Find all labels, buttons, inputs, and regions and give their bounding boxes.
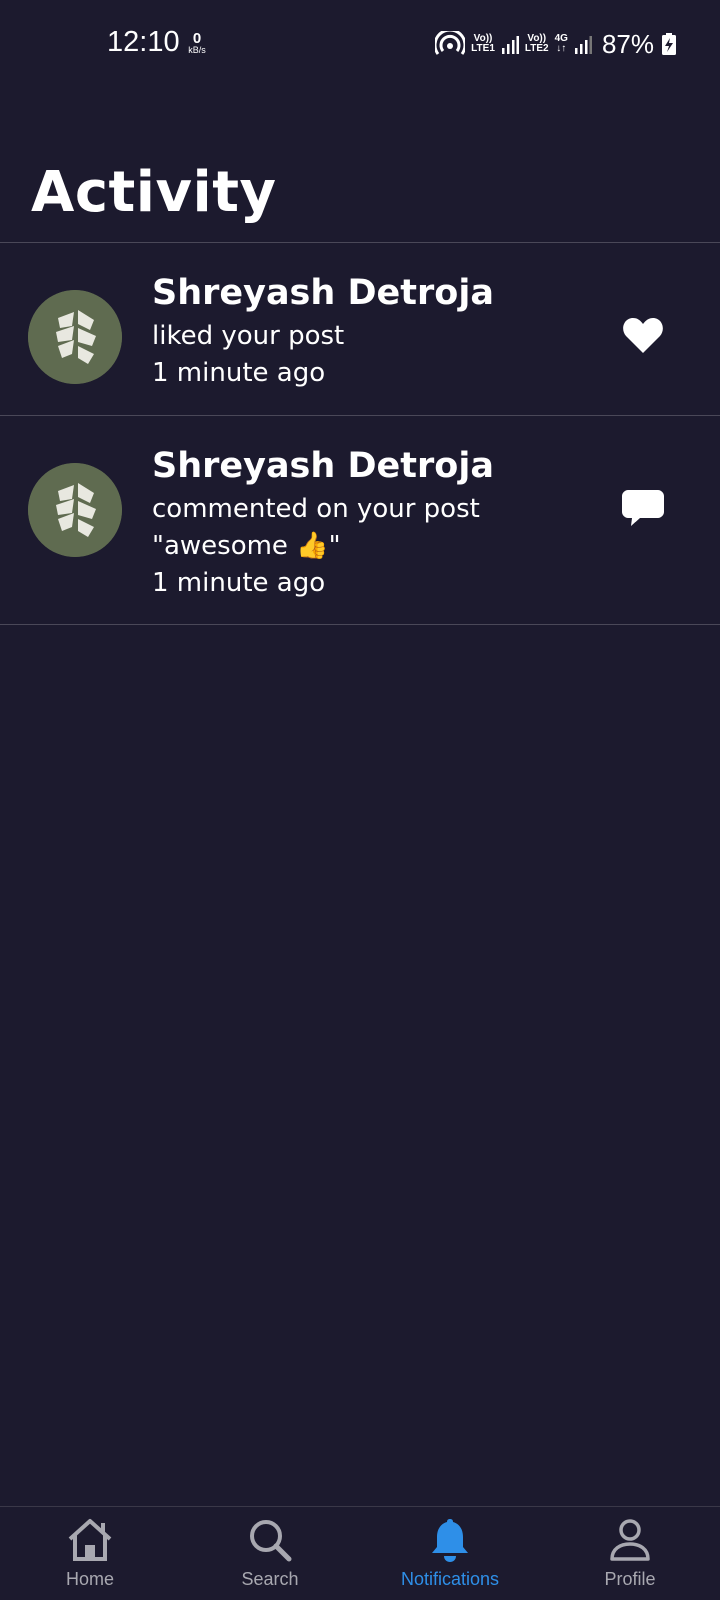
activity-time: 1 minute ago [152,568,326,598]
home-icon [68,1519,112,1561]
activity-action-text: liked your post [152,321,345,351]
nav-item-home[interactable]: Home [0,1507,180,1600]
activity-action-text: commented on your post [152,494,480,524]
activity-user-name[interactable]: Shreyash Detroja [152,273,494,313]
sim2-indicator: Vo)) LTE2 [525,34,549,54]
nav-label-search: Search [241,1569,299,1589]
wings-emblem-icon [28,290,122,384]
comment-icon [622,490,664,526]
nav-label-profile: Profile [604,1569,656,1589]
activity-user-name[interactable]: Shreyash Detroja [152,446,494,486]
sim1-indicator: Vo)) LTE1 [471,34,495,54]
data-arrows-icon: ↓↑ [556,43,567,54]
heart-icon [623,318,663,353]
profile-icon [610,1519,650,1561]
nav-item-search[interactable]: Search [180,1507,360,1600]
avatar[interactable] [28,463,122,557]
wings-emblem-icon [28,463,122,557]
avatar[interactable] [28,290,122,384]
nav-label-home: Home [65,1569,114,1589]
status-time: 12:10 [107,26,180,58]
battery-charging-icon [662,33,676,55]
activity-comment-text: "awesome 👍" [152,531,341,561]
sim1-lte-label: LTE1 [471,43,495,54]
nav-item-profile[interactable]: Profile [540,1507,720,1600]
bottom-navigation: Home Search Notifications Profile [0,1506,720,1600]
hotspot-icon [435,31,466,55]
network-speed-unit: kB/s [188,45,206,55]
sim1-signal-icon [501,36,519,54]
network-speed-value: 0 [192,30,202,47]
activity-item[interactable]: Shreyash Detroja liked your post 1 minut… [0,243,720,415]
page-title: Activity [31,160,277,225]
nav-item-notifications[interactable]: Notifications [360,1507,540,1600]
bell-icon [432,1519,468,1562]
activity-divider [0,624,720,625]
sim2-lte-label: LTE2 [524,43,549,54]
activity-item[interactable]: Shreyash Detroja commented on your post … [0,416,720,624]
search-icon [250,1520,292,1562]
sim2-signal-icon [574,36,592,54]
battery-percentage: 87% [601,28,654,59]
activity-time: 1 minute ago [152,358,326,388]
nav-label-notifications: Notifications [400,1569,500,1589]
network-speed: 0 kB/s [184,31,210,55]
status-bar: 12:10 0 kB/s Vo)) LTE1 Vo)) LTE2 4G ↓↑ 8… [0,0,720,90]
status-icons: Vo)) LTE1 Vo)) LTE2 4G ↓↑ 87% [435,26,676,62]
network-type-indicator: 4G ↓↑ [555,34,568,54]
